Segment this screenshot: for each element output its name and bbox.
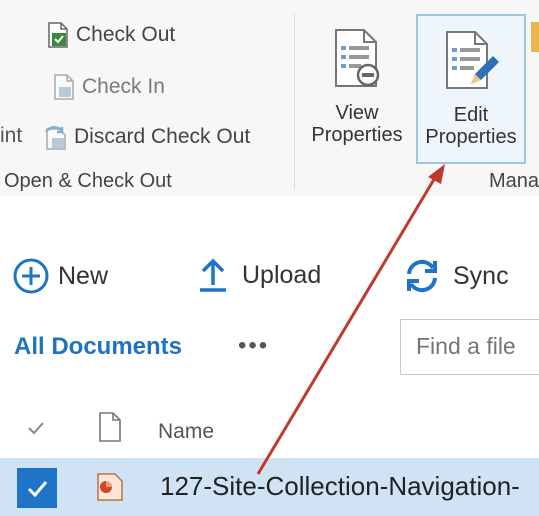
edit-properties-label-line1: Edit <box>453 104 489 126</box>
check-in-icon <box>52 74 76 100</box>
sync-label: Sync <box>453 261 509 290</box>
view-properties-label-line2: Properties <box>311 124 403 146</box>
discard-check-out-icon <box>44 124 68 150</box>
file-type-icon <box>98 412 122 447</box>
ribbon: Check Out Check In int Discard Check Out… <box>0 0 539 196</box>
edit-properties-label-line2: Properties <box>425 126 517 148</box>
view-properties-button[interactable]: View Properties <box>303 14 411 164</box>
edit-properties-button[interactable]: Edit Properties <box>416 14 526 164</box>
list-header: Name <box>0 412 539 452</box>
check-out-icon <box>46 22 70 48</box>
check-out-button[interactable]: Check Out <box>46 22 175 48</box>
view-all-documents[interactable]: All Documents <box>14 333 182 361</box>
discard-check-out-button[interactable]: Discard Check Out <box>44 124 250 150</box>
new-button[interactable]: New <box>12 257 108 295</box>
upload-label: Upload <box>242 260 322 289</box>
column-header-name[interactable]: Name <box>158 420 214 444</box>
plus-circle-icon <box>12 257 50 295</box>
check-in-label: Check In <box>82 75 165 98</box>
upload-button[interactable]: Upload <box>198 257 321 293</box>
edit-properties-icon <box>443 30 499 97</box>
sync-icon <box>403 257 441 295</box>
partial-ribbon-label: int <box>0 124 23 147</box>
discard-check-out-label: Discard Check Out <box>74 125 251 148</box>
find-file-input[interactable] <box>414 332 539 361</box>
table-row[interactable]: 127-Site-Collection-Navigation- <box>0 458 539 516</box>
powerpoint-file-icon <box>97 472 123 507</box>
check-in-button[interactable]: Check In <box>52 74 165 100</box>
row-checkbox[interactable] <box>17 468 57 508</box>
edge-icon <box>531 22 539 52</box>
checkmark-icon <box>27 481 48 498</box>
check-out-label: Check Out <box>76 23 176 46</box>
upload-icon <box>198 257 228 293</box>
find-file-box[interactable] <box>400 319 539 375</box>
group-label-manage: Mana <box>489 170 539 192</box>
view-properties-label-line1: View <box>335 102 379 124</box>
sync-button[interactable]: Sync <box>403 257 509 295</box>
new-label: New <box>58 261 109 290</box>
select-all-check-icon[interactable] <box>26 418 46 443</box>
view-properties-icon <box>332 28 382 95</box>
group-label-open-check-out: Open & Check Out <box>4 170 172 192</box>
file-name-link[interactable]: 127-Site-Collection-Navigation- <box>160 471 520 502</box>
more-options-button[interactable]: ••• <box>238 332 269 360</box>
ribbon-separator <box>294 14 295 190</box>
